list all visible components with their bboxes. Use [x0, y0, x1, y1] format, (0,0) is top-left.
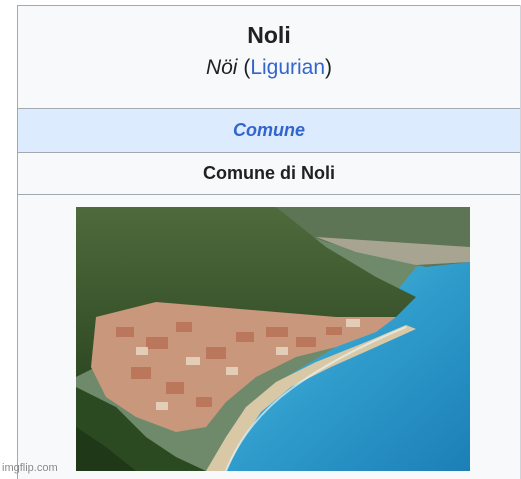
type-row: Comune: [18, 109, 520, 153]
native-name: Nöi: [205, 56, 238, 79]
watermark: imgflip.com: [2, 462, 58, 474]
native-name-line: Nöi (Ligurian): [18, 54, 520, 82]
comune-link[interactable]: Comune: [233, 120, 305, 140]
infobox: Noli Nöi (Ligurian) Comune Comune di Nol…: [17, 5, 520, 479]
aerial-photo: [76, 207, 470, 471]
official-name: Comune di Noli: [18, 153, 520, 195]
paren-close: ): [325, 56, 333, 79]
town-photo[interactable]: [76, 207, 470, 471]
page-title: Noli: [247, 22, 291, 48]
ligurian-link[interactable]: Ligurian: [250, 56, 325, 79]
infobox-title-block: Noli Nöi (Ligurian): [18, 6, 520, 109]
